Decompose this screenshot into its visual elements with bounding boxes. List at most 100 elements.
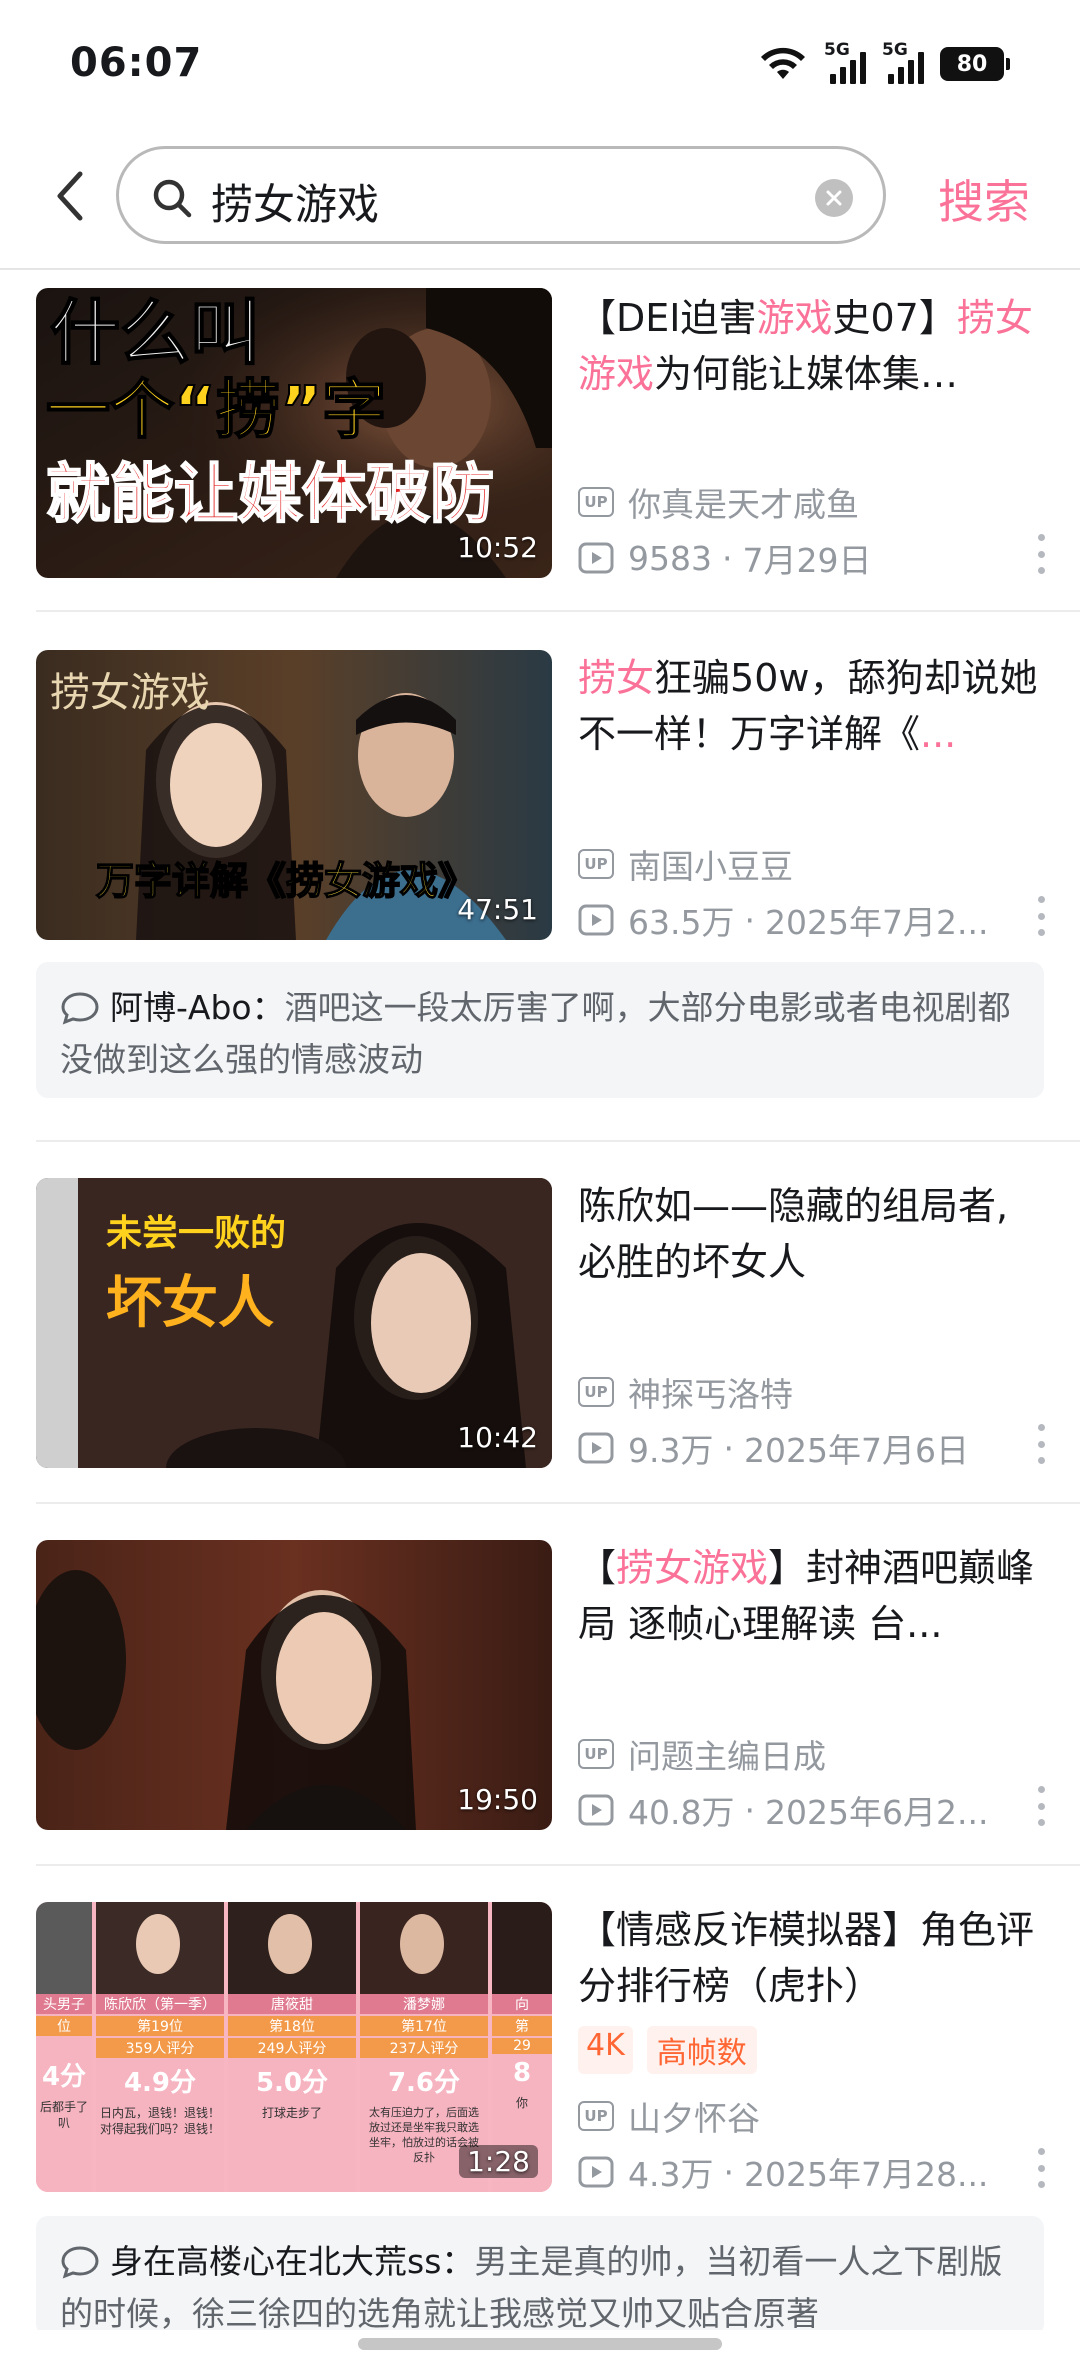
status-bar: 06:07 5G 5G 80 xyxy=(0,0,1080,130)
upload-date: 2025年6月2... xyxy=(764,1793,989,1832)
battery-level: 80 xyxy=(956,51,988,77)
up-icon: UP xyxy=(578,487,614,517)
status-time: 06:07 xyxy=(70,40,203,86)
video-title[interactable]: 【捞女游戏】封神酒吧巅峰局 逐帧心理解读 台... xyxy=(578,1540,1040,1652)
video-title[interactable]: 陈欣如——隐藏的组局者,必胜的坏女人 xyxy=(578,1178,1040,1290)
cellular-signal-icon-1: 5G xyxy=(824,40,866,84)
comment-icon xyxy=(61,2246,99,2279)
back-button[interactable] xyxy=(40,166,100,226)
stats-row: 63.5万 · 2025年7月2... xyxy=(578,896,988,944)
video-card[interactable]: 19:50 【捞女游戏】封神酒吧巅峰局 逐帧心理解读 台... UP 问题主编日… xyxy=(0,1504,1080,1864)
view-count: 4.3万 xyxy=(628,2155,714,2194)
panel-name: 向 xyxy=(492,1994,552,2014)
play-count-icon xyxy=(578,1432,614,1464)
uploader-row[interactable]: UP 南国小豆豆 xyxy=(578,840,793,888)
comment-icon xyxy=(61,992,99,1025)
video-duration: 10:52 xyxy=(457,531,538,564)
play-count-icon xyxy=(578,2156,614,2188)
thumbnail-logo: 捞女游戏 xyxy=(50,670,210,716)
play-count-icon xyxy=(578,904,614,936)
video-card[interactable]: 头男子 位 4分 后都手了叭 陈欣欣（第一季） 第19位 359人评分 4.9分… xyxy=(0,1866,1080,2336)
thumbnail-caption: 万字详解《捞女游戏》 xyxy=(95,858,477,904)
video-duration: 47:51 xyxy=(457,893,538,926)
video-title[interactable]: 【DEI迫害游戏史07】捞女游戏为何能让媒体集… xyxy=(578,290,1040,402)
search-query: 捞女游戏 xyxy=(211,180,380,229)
stats-row: 9.3万 · 2025年7月6日 xyxy=(578,1424,969,1472)
panel-note: 打球走步了 xyxy=(261,2106,322,2120)
video-title[interactable]: 【情感反诈模拟器】角色评分排行榜（虎扑） xyxy=(578,1902,1040,2014)
cellular-signal-icon-2: 5G xyxy=(882,40,924,84)
panel-name: 唐筱甜 xyxy=(228,1994,356,2014)
uploader-name: 你真是天才咸鱼 xyxy=(628,485,859,524)
video-card[interactable]: 未尝一败的 坏女人 10:42 陈欣如——隐藏的组局者,必胜的坏女人 UP 神探… xyxy=(0,1142,1080,1502)
panel-rank: 第19位 xyxy=(96,2016,224,2036)
status-icons: 5G 5G 80 xyxy=(758,40,1010,84)
uploader-name: 问题主编日成 xyxy=(628,1737,826,1776)
thumbnail-caption: 就能让媒体破防 xyxy=(45,457,495,533)
uploader-row[interactable]: UP 你真是天才咸鱼 xyxy=(578,478,859,526)
uploader-name: 山夕怀谷 xyxy=(628,2099,760,2138)
up-icon: UP xyxy=(578,849,614,879)
video-thumbnail[interactable]: 头男子 位 4分 后都手了叭 陈欣欣（第一季） 第19位 359人评分 4.9分… xyxy=(36,1902,552,2192)
home-indicator[interactable] xyxy=(358,2338,722,2350)
battery-icon: 80 xyxy=(940,47,1010,81)
clear-button[interactable] xyxy=(815,179,853,217)
search-input[interactable]: 捞女游戏 xyxy=(116,146,886,244)
video-tags: 4K 高帧数 xyxy=(578,2026,757,2074)
panel-score: 8 xyxy=(512,2058,532,2088)
stats-row: 40.8万 · 2025年6月2... xyxy=(578,1786,988,1834)
stats-row: 9583 · 7月29日 xyxy=(578,534,871,582)
comment-author: 阿博-Abo： xyxy=(110,988,285,1027)
video-card[interactable]: 捞女游戏 万字详解《捞女游戏》 47:51 捞女狂骗50w，舔狗却说她不一样！万… xyxy=(0,612,1080,1132)
video-title[interactable]: 捞女狂骗50w，舔狗却说她不一样！万字详解《... xyxy=(578,650,1040,762)
view-count: 9583 xyxy=(628,538,712,578)
panel-note: 你 xyxy=(515,2096,528,2110)
thumbnail-caption: 坏女人 xyxy=(106,1271,274,1336)
panel-name: 头男子 xyxy=(36,1994,92,2014)
uploader-row[interactable]: UP 神探丐洛特 xyxy=(578,1368,793,1416)
panel-votes: 29 xyxy=(492,2038,552,2054)
panel-name: 潘梦娜 xyxy=(360,1994,488,2014)
panel-score: 7.6分 xyxy=(387,2068,461,2098)
more-options-button[interactable] xyxy=(1036,2148,1046,2188)
panel-rank: 位 xyxy=(36,2016,92,2036)
more-options-button[interactable] xyxy=(1036,1786,1046,1826)
search-icon xyxy=(153,179,192,218)
thumbnail-caption: 未尝一败的 xyxy=(106,1213,287,1254)
video-thumbnail[interactable]: 19:50 xyxy=(36,1540,552,1830)
more-options-button[interactable] xyxy=(1036,896,1046,936)
panel-note: 日内瓦，退钱！退钱！对得起我们吗？退钱！ xyxy=(100,2106,221,2136)
video-duration: 1:28 xyxy=(459,2145,538,2178)
video-thumbnail[interactable]: 捞女游戏 万字详解《捞女游戏》 47:51 xyxy=(36,650,552,940)
uploader-name: 南国小豆豆 xyxy=(628,847,793,886)
panel-rank: 第 xyxy=(492,2016,552,2036)
upload-date: 2025年7月28... xyxy=(743,2155,989,2194)
wifi-icon xyxy=(761,47,805,79)
up-icon: UP xyxy=(578,1739,614,1769)
uploader-name: 神探丐洛特 xyxy=(628,1375,793,1414)
search-button[interactable]: 搜索 xyxy=(938,166,1030,232)
panel-votes: 359人评分 xyxy=(96,2038,224,2058)
uploader-row[interactable]: UP 问题主编日成 xyxy=(578,1730,826,1778)
upload-date: 7月29日 xyxy=(742,541,872,580)
comment-author: 身在高楼心在北大荒ss： xyxy=(110,2242,475,2281)
more-options-button[interactable] xyxy=(1036,534,1046,574)
panel-note: 后都手了叭 xyxy=(39,2100,88,2130)
chevron-left-icon xyxy=(57,171,83,221)
tag-4k: 4K xyxy=(578,2026,633,2074)
video-thumbnail[interactable]: 什么叫 一个“捞”字 就能让媒体破防 10:52 xyxy=(36,288,552,578)
uploader-row[interactable]: UP 山夕怀谷 xyxy=(578,2092,760,2140)
top-comment[interactable]: 身在高楼心在北大荒ss：男主是真的帅，当初看一人之下剧版的时候，徐三徐四的选角就… xyxy=(36,2216,1044,2336)
panel-rank: 第17位 xyxy=(360,2016,488,2036)
stats-row: 4.3万 · 2025年7月28... xyxy=(578,2148,988,2196)
play-count-icon xyxy=(578,542,614,574)
top-comment[interactable]: 阿博-Abo：酒吧这一段太厉害了啊，大部分电影或者电视剧都没做到这么强的情感波动 xyxy=(36,962,1044,1098)
thumbnail-caption: 什么叫 xyxy=(49,292,261,374)
video-thumbnail[interactable]: 未尝一败的 坏女人 10:42 xyxy=(36,1178,552,1468)
video-card[interactable]: 什么叫 一个“捞”字 就能让媒体破防 10:52 【DEI迫害游戏史07】捞女游… xyxy=(0,270,1080,610)
view-count: 9.3万 xyxy=(628,1431,714,1470)
more-options-button[interactable] xyxy=(1036,1424,1046,1464)
view-count: 63.5万 xyxy=(628,903,735,942)
panel-score: 4.9分 xyxy=(123,2068,197,2098)
play-count-icon xyxy=(578,1794,614,1826)
